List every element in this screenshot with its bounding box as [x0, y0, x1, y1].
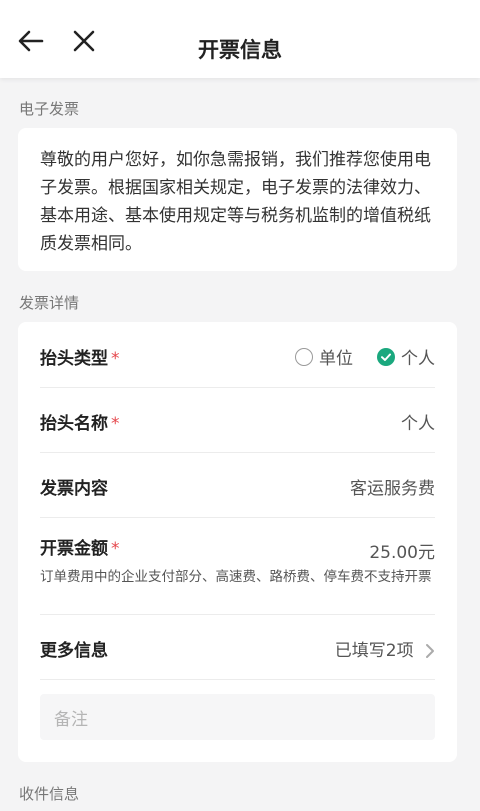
radio-company[interactable]: 单位 — [295, 344, 353, 369]
amount-label-text: 开票金额 — [40, 539, 108, 559]
title-type-row: 抬头类型 * 单位 个人 — [40, 322, 435, 388]
remark-placeholder: 备注 — [54, 710, 88, 730]
page-title: 开票信息 — [198, 38, 282, 62]
required-mark: * — [111, 349, 120, 369]
amount-note: 订单费用中的企业支付部分、高速费、路桥费、停车费不支持开票 — [40, 569, 432, 585]
title-name-row[interactable]: 抬头名称 * 个人 — [40, 388, 435, 453]
radio-personal-label: 个人 — [401, 349, 435, 369]
title-name-value[interactable]: 个人 — [401, 409, 435, 434]
radio-company-label: 单位 — [319, 349, 353, 369]
required-mark: * — [111, 539, 120, 559]
content-label: 发票内容 — [40, 479, 108, 499]
notice-card: 尊敬的用户您好，如你急需报销，我们推荐您使用电子发票。根据国家相关规定，电子发票… — [18, 128, 457, 271]
check-circle-icon — [377, 347, 395, 366]
more-info-label: 更多信息 — [40, 641, 108, 661]
chevron-right-icon — [426, 644, 434, 658]
top-bar: 开票信息 — [0, 0, 480, 78]
title-type-label-text: 抬头类型 — [40, 349, 108, 369]
title-name-label: 抬头名称 * — [40, 409, 120, 434]
invoice-detail-card: 抬头类型 * 单位 个人 抬头名称 * 个人 发票内容 客运服务费 开票金额 *… — [18, 322, 457, 762]
title-name-label-text: 抬头名称 — [40, 414, 108, 434]
radio-personal[interactable]: 个人 — [377, 344, 435, 369]
section-label-shipping: 收件信息 — [19, 785, 80, 803]
more-info-row[interactable]: 更多信息 已填写2项 — [40, 615, 435, 680]
amount-row: 开票金额 * 25.00元 订单费用中的企业支付部分、高速费、路桥费、停车费不支持… — [40, 518, 435, 615]
content-value: 客运服务费 — [350, 479, 435, 499]
more-info-value[interactable]: 已填写2项 — [335, 636, 435, 661]
remark-input[interactable]: 备注 — [40, 694, 435, 740]
section-label-e-invoice: 电子发票 — [19, 100, 80, 118]
amount-value: 25.00元 — [369, 543, 435, 563]
notice-text: 尊敬的用户您好，如你急需报销，我们推荐您使用电子发票。根据国家相关规定，电子发票… — [40, 150, 431, 254]
content-row: 发票内容 客运服务费 — [40, 453, 435, 518]
amount-label: 开票金额 * — [40, 534, 120, 559]
title-type-label: 抬头类型 * — [40, 344, 120, 369]
section-label-detail: 发票详情 — [19, 294, 80, 312]
required-mark: * — [111, 414, 120, 434]
more-info-value-text: 已填写2项 — [334, 641, 414, 661]
radio-unchecked-icon — [295, 347, 313, 366]
title-type-radio-group: 单位 个人 — [271, 344, 435, 369]
